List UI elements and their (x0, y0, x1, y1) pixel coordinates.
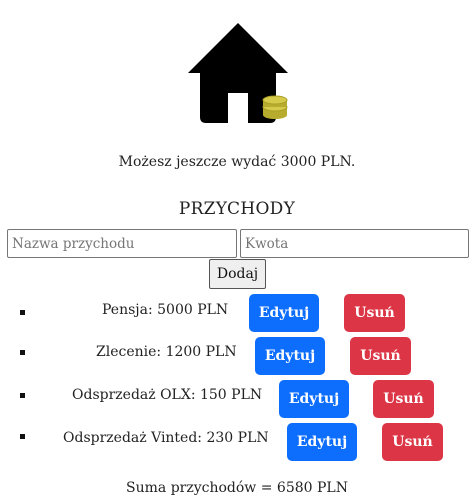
income-total-text: Suma przychodów = 6580 PLN (126, 480, 348, 496)
edit-button[interactable]: Edytuj (255, 337, 325, 375)
income-item-label: Zlecenie: 1200 PLN (96, 344, 237, 360)
list-item: Zlecenie: 1200 PLN Edytuj Usuń (0, 336, 474, 376)
income-item-label: Pensja: 5000 PLN (102, 302, 229, 318)
coins-icon (262, 95, 288, 119)
income-item-label: Odsprzedaż OLX: 150 PLN (72, 387, 263, 403)
edit-button[interactable]: Edytuj (279, 380, 349, 418)
edit-button[interactable]: Edytuj (249, 294, 319, 332)
list-bullet (20, 393, 25, 398)
income-section-title: PRZYCHODY (178, 199, 296, 219)
delete-button[interactable]: Usuń (373, 380, 434, 418)
delete-button[interactable]: Usuń (350, 337, 411, 375)
edit-button[interactable]: Edytuj (287, 423, 357, 461)
add-income-button[interactable]: Dodaj (209, 259, 266, 289)
list-item: Odsprzedaż OLX: 150 PLN Edytuj Usuń (0, 379, 474, 419)
list-item: Odsprzedaż Vinted: 230 PLN Edytuj Usuń (0, 422, 474, 462)
income-name-input[interactable] (7, 229, 237, 258)
income-amount-input[interactable] (240, 229, 469, 258)
delete-button[interactable]: Usuń (382, 423, 443, 461)
remaining-budget-text: Możesz jeszcze wydać 3000 PLN. (118, 154, 356, 170)
delete-button[interactable]: Usuń (344, 294, 405, 332)
house-icon (188, 23, 288, 123)
house-with-coins-icon (186, 21, 290, 125)
income-item-label: Odsprzedaż Vinted: 230 PLN (63, 430, 269, 446)
list-item: Pensja: 5000 PLN Edytuj Usuń (0, 293, 474, 333)
list-bullet (20, 350, 25, 355)
list-bullet (20, 310, 25, 315)
list-bullet (20, 434, 25, 439)
